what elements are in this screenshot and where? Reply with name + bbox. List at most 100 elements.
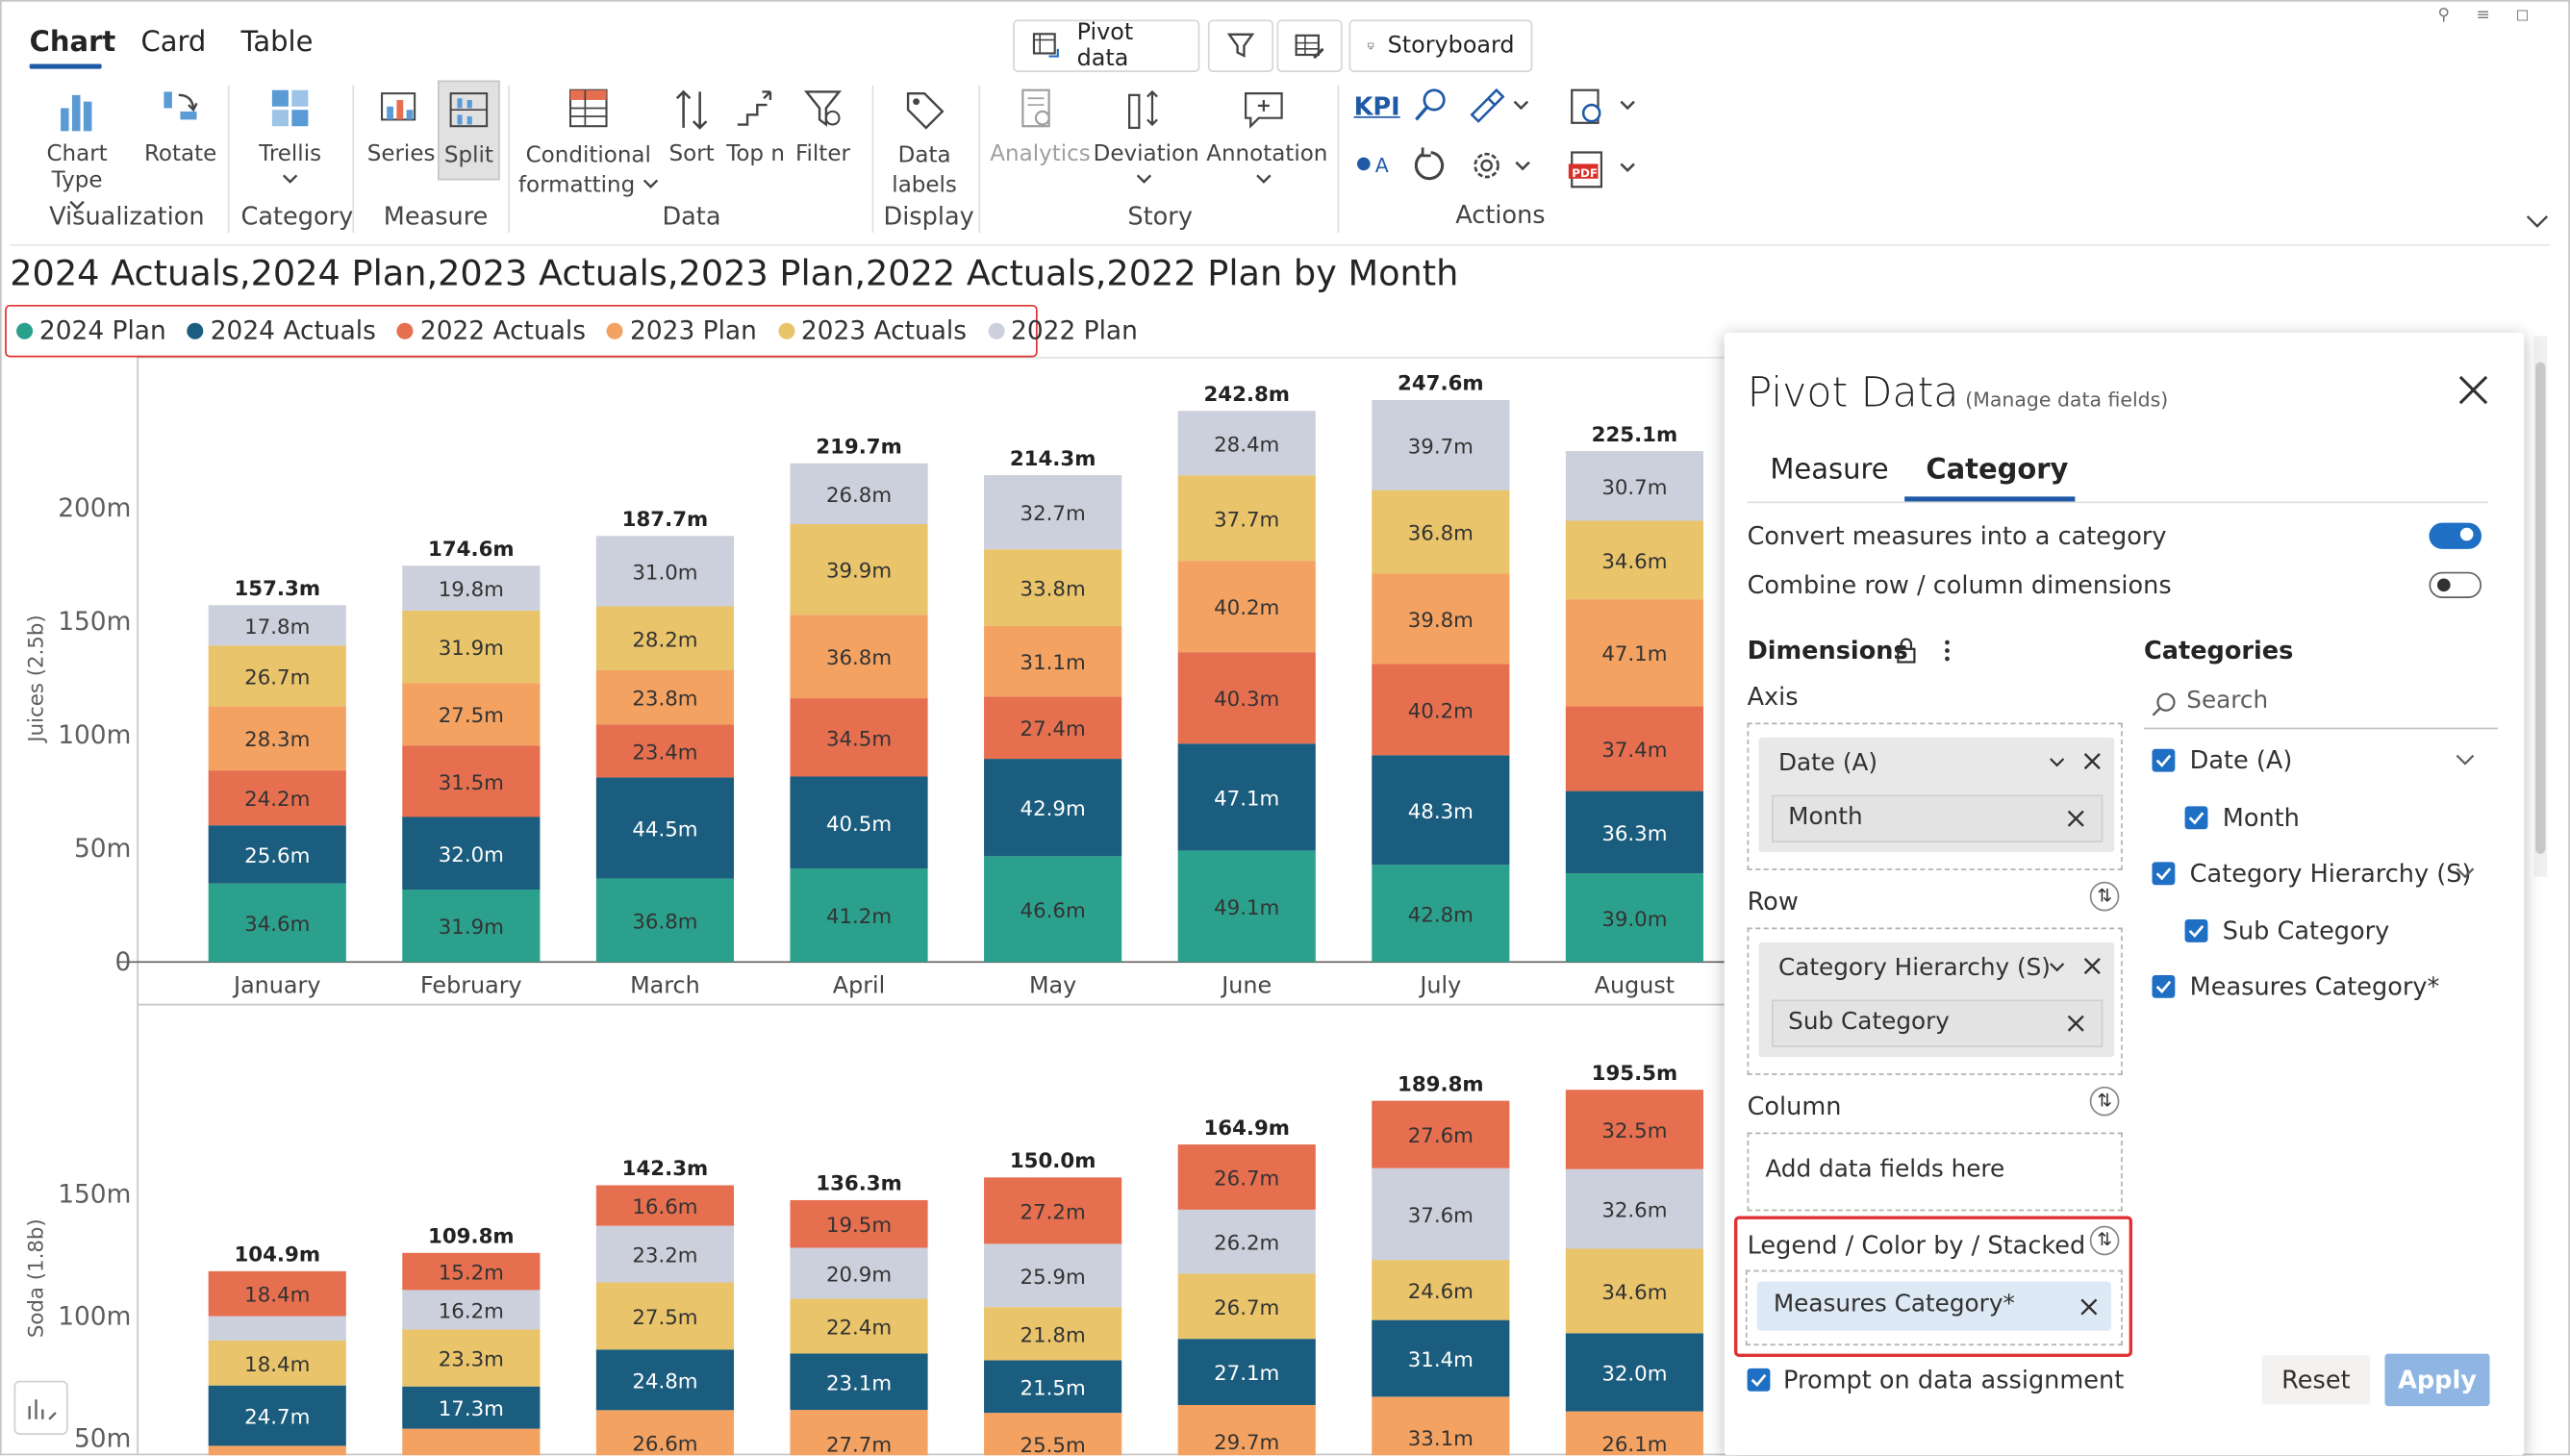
pivot-tab-category[interactable]: Category <box>1926 454 2068 487</box>
annotation-button[interactable]: Annotation <box>1206 86 1327 188</box>
export-pdf-button[interactable]: PDF <box>1565 147 1644 196</box>
search-zoom-button[interactable] <box>1410 86 1452 132</box>
categories-search[interactable]: Search <box>2143 678 2499 730</box>
row-swap-icon[interactable]: ⇅ <box>2089 881 2120 912</box>
refresh-button[interactable] <box>1411 146 1450 192</box>
table-settings-button[interactable] <box>1276 19 1343 72</box>
legend-label: 2024 Plan <box>38 315 166 346</box>
axis-field-chip[interactable]: Date (A) Month <box>1758 737 2115 853</box>
bar-value-label: 32.0m <box>1601 1362 1667 1386</box>
apply-button[interactable]: Apply <box>2384 1353 2490 1407</box>
chevron-down-icon[interactable] <box>2456 754 2475 767</box>
bar-value-label: 42.9m <box>1020 797 1086 821</box>
chevron-down-icon[interactable] <box>2049 756 2065 769</box>
bar-value-label: 31.1m <box>1020 651 1086 675</box>
more-options-icon[interactable] <box>1941 638 1954 664</box>
export-settings-button[interactable] <box>1565 86 1644 135</box>
legend-item[interactable]: 2022 Plan <box>988 316 1138 346</box>
paint-button[interactable] <box>1465 86 1537 132</box>
data-labels-button[interactable]: Data labels <box>889 86 961 200</box>
legend-swap-icon[interactable]: ⇅ <box>2089 1225 2120 1256</box>
legend-swatch <box>16 322 34 339</box>
settings-button[interactable] <box>1467 146 1539 192</box>
chevron-down-icon[interactable] <box>2456 866 2475 880</box>
reset-button[interactable]: Reset <box>2261 1355 2371 1405</box>
pivot-tab-divider <box>1747 501 2488 504</box>
legend-label-button[interactable]: A <box>1354 147 1397 187</box>
collapse-ribbon-icon[interactable] <box>2526 213 2549 230</box>
category-item-hierarchy[interactable]: Category Hierarchy (S) <box>2190 859 2472 889</box>
tab-table[interactable]: Table <box>241 26 314 59</box>
category-checkbox-month[interactable] <box>2184 806 2208 830</box>
trellis-button[interactable]: Trellis <box>249 86 331 188</box>
combine-dimensions-toggle[interactable] <box>2429 571 2482 598</box>
bar-value-label: 31.0m <box>632 561 697 585</box>
row-sub-field-chip[interactable]: Sub Category <box>1772 999 2104 1047</box>
remove-icon[interactable] <box>2080 1298 2099 1317</box>
chevron-down-icon[interactable] <box>2049 961 2065 974</box>
rotate-button[interactable]: Rotate <box>144 86 216 167</box>
top-n-button[interactable]: Top n <box>723 86 789 167</box>
pivot-tab-measure[interactable]: Measure <box>1770 454 1888 487</box>
remove-icon[interactable] <box>2083 752 2102 770</box>
filter-button[interactable]: Filter <box>794 86 852 167</box>
category-checkbox-date[interactable] <box>2152 748 2176 772</box>
tab-card[interactable]: Card <box>141 26 207 59</box>
category-item-measures[interactable]: Measures Category* <box>2190 972 2440 1002</box>
deviation-button[interactable]: Deviation <box>1094 86 1199 188</box>
annotation-label: Annotation <box>1206 140 1328 167</box>
legend-field-chip[interactable]: Measures Category* <box>1756 1281 2111 1331</box>
expand-icon[interactable]: ◻ <box>2511 5 2534 28</box>
sort-button[interactable]: Sort <box>666 86 718 167</box>
storyboard-button[interactable]: Storyboard <box>1348 19 1533 72</box>
chart-type-label: Chart Type <box>46 140 108 194</box>
convert-measures-toggle[interactable] <box>2429 522 2482 549</box>
category-checkbox-measures[interactable] <box>2152 974 2176 998</box>
bar-value-label: 47.1m <box>1214 787 1279 811</box>
row-field-chip[interactable]: Category Hierarchy (S) Sub Category <box>1758 941 2115 1058</box>
filter-settings-button[interactable] <box>1207 19 1274 72</box>
bar-value-label: 26.7m <box>244 665 310 690</box>
category-item-month[interactable]: Month <box>2223 803 2300 833</box>
category-checkbox-subcategory[interactable] <box>2184 919 2208 942</box>
category-checkbox-hierarchy[interactable] <box>2152 862 2176 886</box>
column-dropzone[interactable]: Add data fields here <box>1747 1132 2123 1212</box>
category-item-subcategory[interactable]: Sub Category <box>2223 916 2390 946</box>
bar-value-label: 25.6m <box>244 844 310 868</box>
row-dropzone[interactable]: Category Hierarchy (S) Sub Category <box>1747 927 2123 1075</box>
chart-type-button[interactable]: Chart Type <box>23 86 131 213</box>
legend-item[interactable]: 2024 Plan <box>16 316 166 346</box>
series-button[interactable]: Series <box>367 86 435 167</box>
column-swap-icon[interactable]: ⇅ <box>2089 1086 2120 1117</box>
document-gear-icon <box>1571 88 1635 124</box>
focus-mode-icon[interactable] <box>13 1380 69 1436</box>
tab-chart[interactable]: Chart <box>30 26 116 59</box>
pivot-data-button[interactable]: Pivot data <box>1013 19 1200 72</box>
analytics-button[interactable]: Analytics <box>990 86 1091 167</box>
filter-icon[interactable]: ≡ <box>2472 5 2495 28</box>
bar-total-label: 219.7m <box>816 436 902 460</box>
split-button[interactable]: Split <box>437 80 500 181</box>
vertical-scrollbar[interactable] <box>2533 336 2548 877</box>
axis-sub-field-chip[interactable]: Month <box>1772 794 2104 842</box>
legend-dropzone[interactable]: Measures Category* <box>1745 1269 2123 1346</box>
prompt-checkbox[interactable] <box>1747 1368 1771 1392</box>
close-icon[interactable] <box>2456 372 2491 408</box>
kpi-button[interactable]: KPI <box>1354 91 1400 121</box>
axis-dropzone[interactable]: Date (A) Month <box>1747 722 2123 870</box>
legend-item[interactable]: 2023 Actuals <box>778 316 967 346</box>
x-tick-label: February <box>420 972 522 999</box>
legend-item[interactable]: 2024 Actuals <box>187 316 376 346</box>
conditional-formatting-button[interactable]: Conditional formatting <box>517 86 659 200</box>
remove-icon[interactable] <box>2067 810 2085 828</box>
stacked-bar-chart: 050m100m150m200mJuices (2.5b)34.6m25.6m2… <box>24 357 1738 1456</box>
chart-title: 2024 Actuals,2024 Plan,2023 Actuals,2023… <box>10 254 1459 295</box>
remove-icon[interactable] <box>2083 957 2102 975</box>
remove-icon[interactable] <box>2067 1015 2085 1033</box>
legend-item[interactable]: 2023 Plan <box>607 316 757 346</box>
category-item-date[interactable]: Date (A) <box>2190 745 2293 775</box>
bar-value-label: 40.3m <box>1214 688 1279 712</box>
pin-icon[interactable]: ⚲ <box>2432 5 2456 28</box>
lock-icon[interactable] <box>1895 638 1918 664</box>
legend-item[interactable]: 2022 Actuals <box>397 316 586 346</box>
